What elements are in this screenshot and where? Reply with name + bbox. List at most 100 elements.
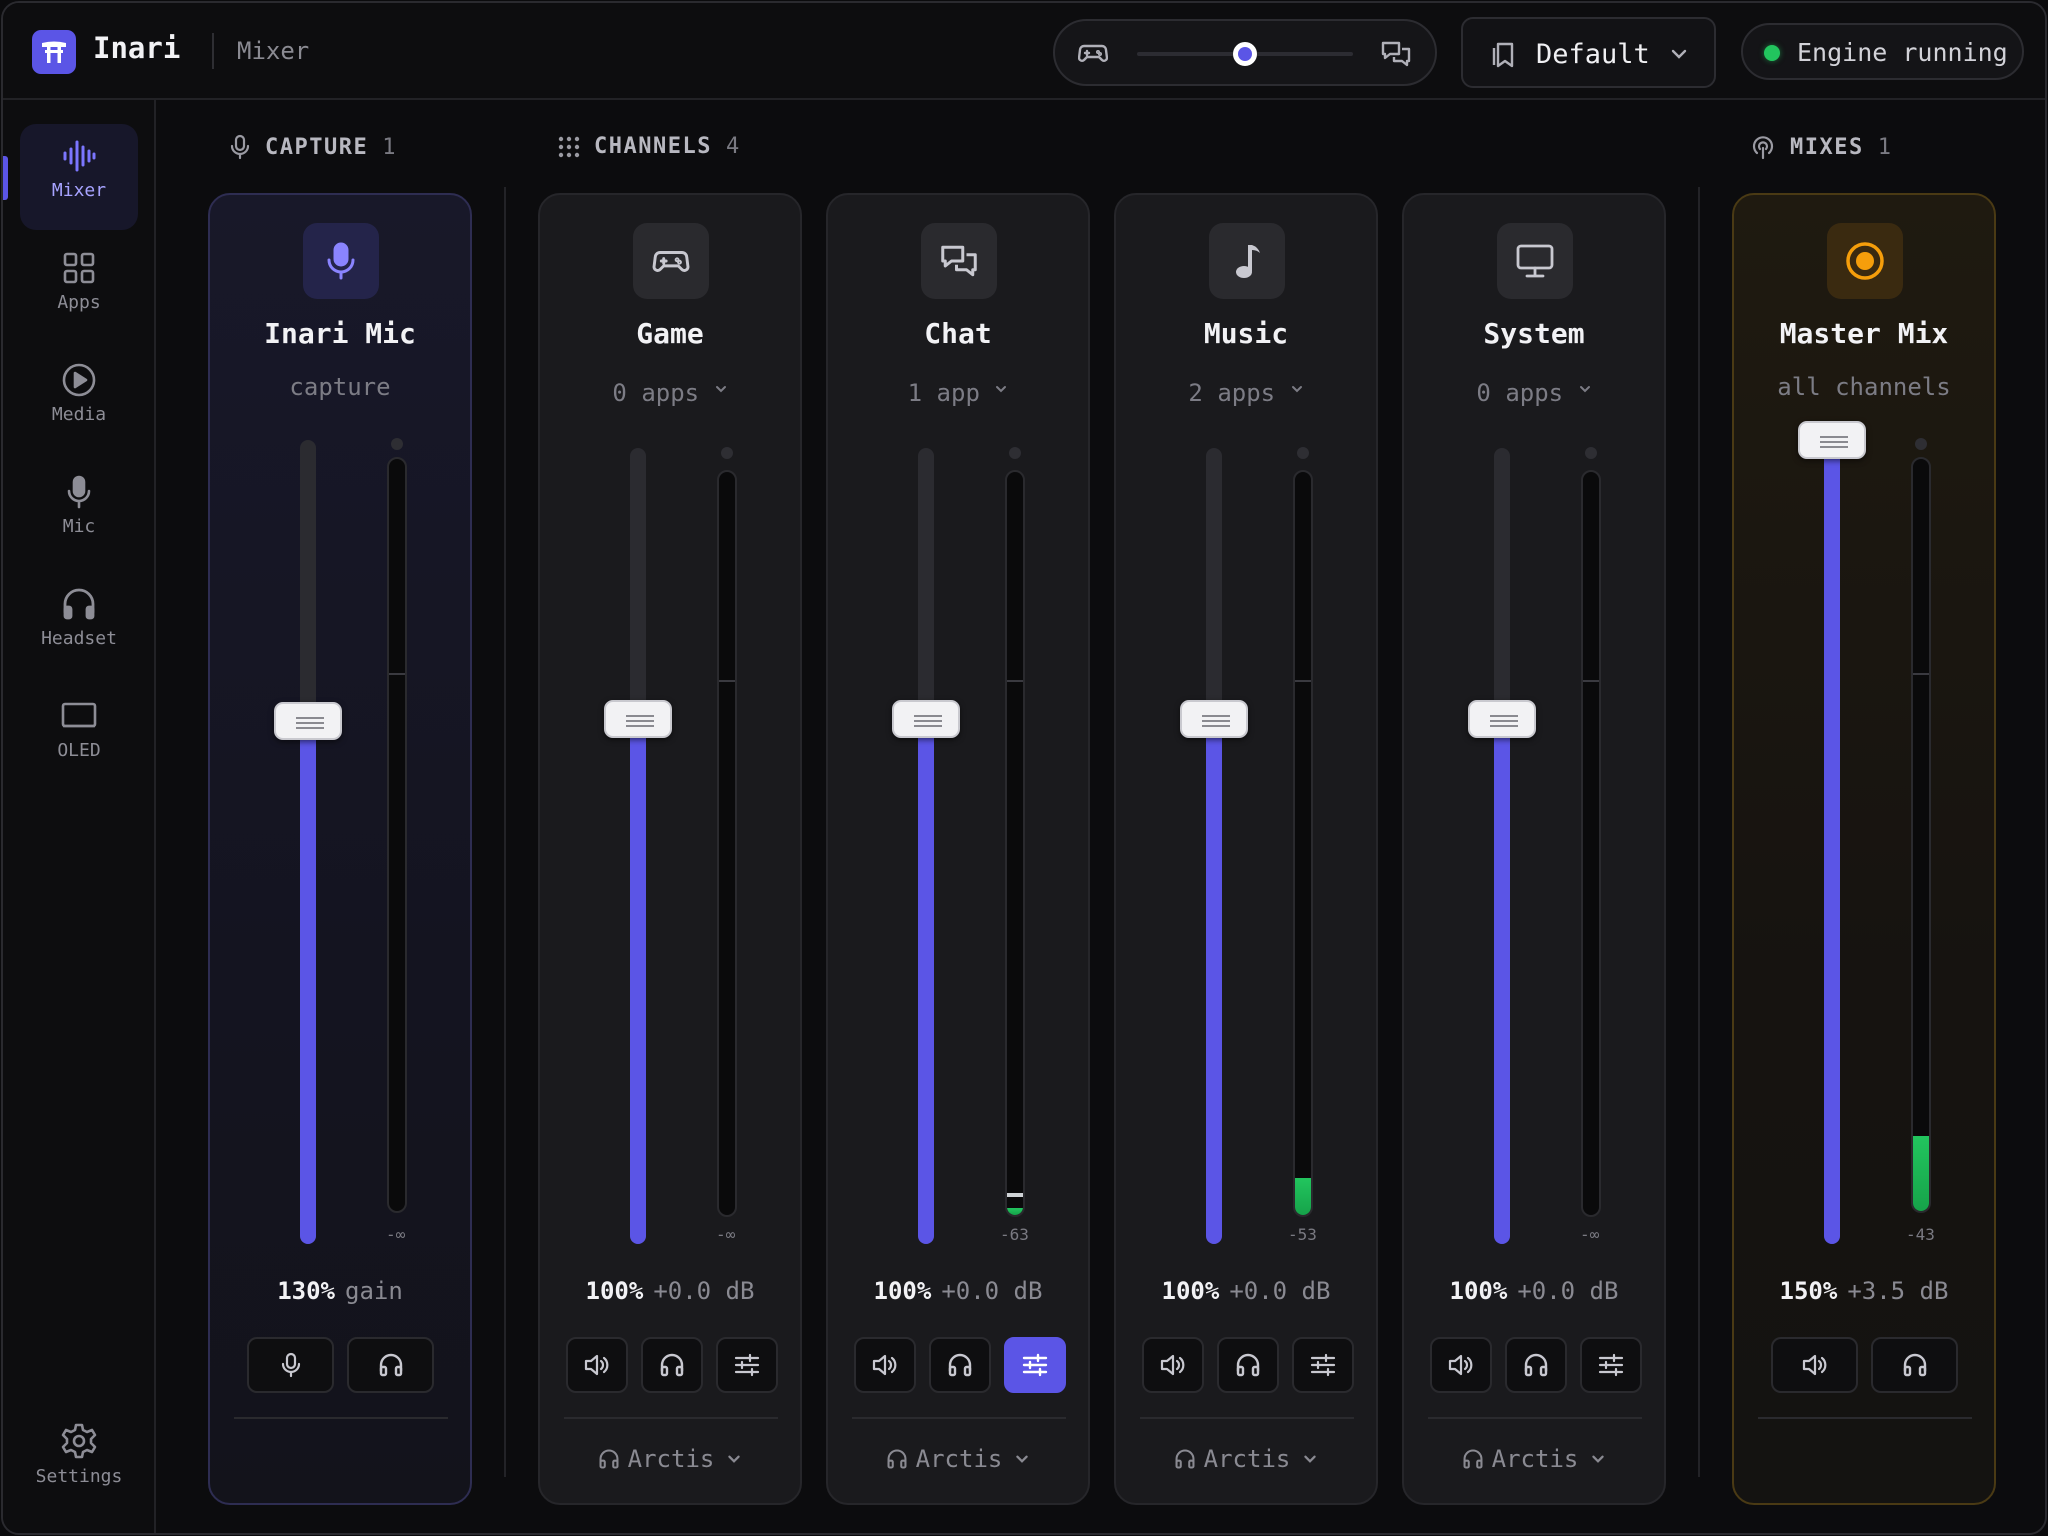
apps-dropdown[interactable]: 1 app xyxy=(828,379,1088,407)
fader-knob[interactable] xyxy=(1180,699,1248,738)
output-device-dropdown[interactable]: Arctis xyxy=(828,1445,1088,1473)
eq-settings-button[interactable] xyxy=(716,1337,778,1393)
card-icon xyxy=(921,223,997,299)
headphone-route-button[interactable] xyxy=(1217,1337,1279,1393)
headphone-route-button[interactable] xyxy=(1505,1337,1567,1393)
chevron-down-icon xyxy=(1592,1455,1605,1463)
speaker-route-button[interactable] xyxy=(1771,1337,1858,1393)
card-subtitle: all channels xyxy=(1777,373,1951,401)
game-chat-balance[interactable] xyxy=(1053,19,1437,86)
eq-settings-button[interactable] xyxy=(1004,1337,1066,1393)
speaker-route-button[interactable] xyxy=(566,1337,628,1393)
section-title: CAPTURE xyxy=(265,134,369,160)
fader-knob[interactable] xyxy=(1468,699,1536,738)
speaker-route-button[interactable] xyxy=(1142,1337,1204,1393)
fader-knob[interactable] xyxy=(1798,421,1866,459)
headphones-icon xyxy=(1236,1353,1260,1377)
apps-count: 0 apps xyxy=(1476,379,1564,407)
card-icon xyxy=(1827,223,1903,299)
headphones-icon xyxy=(379,1353,402,1377)
level-readout: 100% +0.0 dB xyxy=(1116,1277,1376,1305)
channel-card-game: Game 0 apps -∞ 100% +0.0 dB Arctis xyxy=(538,193,802,1505)
sidebar-item-mic[interactable]: Mic xyxy=(20,460,138,566)
preset-dropdown[interactable]: Default xyxy=(1461,17,1716,88)
meter-mark xyxy=(719,680,735,682)
sidebar-item-settings[interactable]: Settings xyxy=(20,1408,138,1514)
sliders-icon xyxy=(1598,1353,1624,1377)
volume-fader[interactable] xyxy=(1206,448,1222,1244)
section-mixes-header: MIXES 1 xyxy=(1750,134,1891,160)
section-channels-header: CHANNELS 4 xyxy=(558,134,739,159)
level-percent: 100% xyxy=(1161,1277,1220,1305)
fader-knob[interactable] xyxy=(274,702,342,741)
volume-fader[interactable] xyxy=(300,440,316,1244)
sidebar-item-mixer[interactable]: Mixer xyxy=(20,124,138,230)
volume-fader[interactable] xyxy=(918,448,934,1244)
card-name: Master Mix xyxy=(1779,317,1949,350)
eq-settings-button[interactable] xyxy=(1580,1337,1642,1393)
sidebar-item-label: Mic xyxy=(62,516,96,537)
output-device-dropdown[interactable]: Arctis xyxy=(540,1445,800,1473)
volume-fader[interactable] xyxy=(1494,448,1510,1244)
meter-value: -43 xyxy=(1906,1225,1935,1244)
sidebar-item-label: Headset xyxy=(41,628,117,649)
fader-knob[interactable] xyxy=(604,699,672,738)
sidebar-item-headset[interactable]: Headset xyxy=(20,572,138,678)
meter-clip-dot xyxy=(1585,447,1597,459)
speaker-route-button[interactable] xyxy=(1430,1337,1492,1393)
output-device-dropdown[interactable]: Arctis xyxy=(1404,1445,1664,1473)
apps-dropdown[interactable]: 2 apps xyxy=(1116,379,1376,407)
level-percent: 130% xyxy=(277,1277,335,1305)
mic-icon xyxy=(281,1352,300,1378)
headphone-route-button[interactable] xyxy=(929,1337,991,1393)
apps-dropdown[interactable]: 0 apps xyxy=(1404,379,1664,407)
card-divider xyxy=(234,1417,448,1419)
balance-knob[interactable] xyxy=(1233,42,1257,66)
fader-knob[interactable] xyxy=(892,699,960,738)
dots-grid-icon xyxy=(558,136,580,157)
sidebar-item-oled[interactable]: OLED xyxy=(20,684,138,790)
headphone-route-button[interactable] xyxy=(347,1337,434,1393)
headphone-route-button[interactable] xyxy=(641,1337,703,1393)
level-readout: 100% +0.0 dB xyxy=(540,1277,800,1305)
top-bar: Inari Mixer Default Engine running xyxy=(3,3,2045,100)
sidebar-item-media[interactable]: Media xyxy=(20,348,138,454)
level-db: +3.5 dB xyxy=(1847,1277,1949,1305)
fader-fill xyxy=(1206,718,1222,1244)
sidebar-item-label: Apps xyxy=(57,292,101,313)
meter-mark xyxy=(1583,680,1599,682)
speaker-route-button[interactable] xyxy=(854,1337,916,1393)
level-readout: 100% +0.0 dB xyxy=(1404,1277,1664,1305)
meter-clip-dot xyxy=(1297,447,1309,459)
headphones-icon xyxy=(63,588,95,620)
headphones-icon xyxy=(1463,1449,1483,1469)
card-subtitle: capture xyxy=(289,373,391,401)
app-name: Inari xyxy=(93,31,181,65)
output-device-dropdown[interactable]: Arctis xyxy=(1116,1445,1376,1473)
speaker-icon xyxy=(1802,1354,1826,1376)
eq-settings-button[interactable] xyxy=(1292,1337,1354,1393)
sidebar-item-apps[interactable]: Apps xyxy=(20,236,138,342)
volume-fader[interactable] xyxy=(1824,440,1840,1244)
card-icon xyxy=(303,223,379,299)
meter-fill xyxy=(1007,1207,1023,1215)
level-meter xyxy=(387,457,407,1213)
meter-peak-marker xyxy=(1007,1193,1023,1197)
volume-fader[interactable] xyxy=(630,448,646,1244)
level-percent: 100% xyxy=(1449,1277,1508,1305)
apps-dropdown[interactable]: 0 apps xyxy=(540,379,800,407)
status-label: Engine running xyxy=(1797,38,2008,67)
card-name: System xyxy=(1483,317,1585,350)
sliders-icon xyxy=(734,1353,760,1377)
meter-clip-dot xyxy=(391,438,403,450)
headphones-icon xyxy=(1524,1353,1548,1377)
level-meter xyxy=(1293,470,1313,1217)
torii-icon xyxy=(42,41,66,63)
headphone-route-button[interactable] xyxy=(1871,1337,1958,1393)
output-device-label: Arctis xyxy=(1203,1445,1291,1473)
screen-icon xyxy=(61,702,97,728)
level-readout: 100% +0.0 dB xyxy=(828,1277,1088,1305)
section-count: 1 xyxy=(382,134,396,160)
mic-monitor-button[interactable] xyxy=(247,1337,334,1393)
level-readout: 130% gain xyxy=(210,1277,470,1305)
